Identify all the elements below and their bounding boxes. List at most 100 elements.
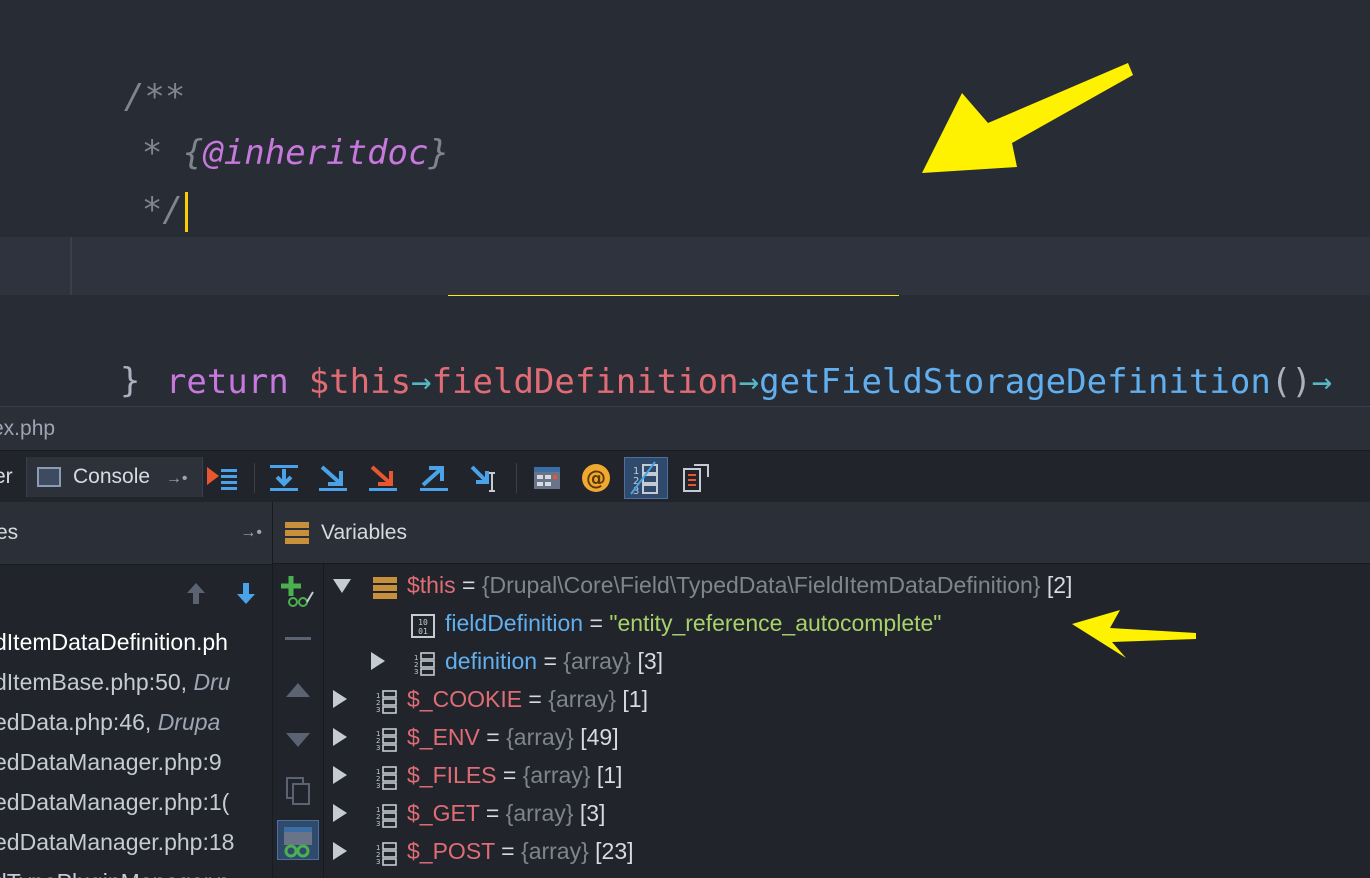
tab-console-label: Console	[73, 465, 151, 488]
svg-text:3: 3	[414, 668, 418, 676]
variable-row[interactable]: $this = {Drupal\Core\Field\TypedData\Fie…	[273, 566, 1370, 604]
arrow-down-icon[interactable]	[234, 580, 258, 606]
frame-item[interactable]: edDataManager.php:1(	[0, 782, 229, 822]
tab-console[interactable]: Console →•	[26, 457, 203, 497]
indent-guide	[70, 237, 72, 295]
frame-file: dItemDataDefinition.ph	[0, 629, 228, 655]
code-line-doc-open: /**	[0, 10, 1370, 117]
closing-brace: }	[119, 361, 141, 401]
variable-name: $this	[407, 572, 456, 598]
frame-item[interactable]: edDataManager.php:9	[0, 742, 222, 782]
frames-nav	[0, 564, 272, 622]
variable-text: definition = {array} [3]	[445, 642, 663, 680]
variable-row[interactable]: 10 01 fieldDefinition = "entity_reference_…	[273, 604, 1370, 642]
variable-type: {array}	[548, 686, 617, 712]
frames-header-label: es	[0, 521, 19, 544]
collapse-triangle-icon[interactable]	[333, 579, 351, 593]
variable-text: $_ENV = {array} [49]	[407, 718, 619, 756]
code-line-inheritdoc: * {@inheritdoc}	[0, 66, 1370, 173]
frame-file: edDataManager.php:9	[0, 749, 222, 775]
frame-file: dItemBase.php:50,	[0, 669, 194, 695]
view-settings-button[interactable]: 1 2 3	[624, 457, 668, 499]
expand-triangle-icon[interactable]	[333, 842, 347, 860]
force-step-into-icon[interactable]	[366, 461, 400, 495]
variables-side-toolbar	[273, 564, 324, 878]
variable-type: {array}	[563, 648, 632, 674]
restore-layout-icon[interactable]	[680, 461, 714, 495]
frame-item[interactable]: edDataManager.php:18	[0, 822, 234, 862]
variable-value: "entity_reference_autocomplete"	[609, 610, 942, 636]
variable-row[interactable]: 1 2 3 $_FILES = {array} [1]	[273, 756, 1370, 794]
step-over-icon[interactable]	[267, 461, 301, 495]
annotation-arrow-icon	[1072, 610, 1196, 658]
variable-text: $this = {Drupal\Core\Field\TypedData\Fie…	[407, 566, 1072, 604]
variable-equals: =	[583, 610, 610, 636]
code-editor[interactable]: /** * {@inheritdoc} */ publicfunctionget…	[0, 0, 1370, 406]
view-settings-icon: 1 2 3	[630, 461, 658, 497]
remove-watch-icon[interactable]	[285, 634, 311, 644]
variable-row[interactable]: 1 2 3 $_COOKIE = {array} [1]	[273, 680, 1370, 718]
expand-triangle-icon[interactable]	[333, 728, 347, 746]
frame-file: edDataManager.php:1(	[0, 789, 230, 815]
array-icon: 123	[373, 801, 397, 828]
variable-name: $_POST	[407, 838, 495, 864]
keyword-return: return	[165, 362, 289, 402]
svg-text:3: 3	[376, 782, 380, 790]
frame-file: edData.php:46,	[0, 709, 158, 735]
expand-triangle-icon[interactable]	[333, 766, 347, 784]
variable-row[interactable]: 1 2 3 $_POST = {array} [23]	[273, 832, 1370, 870]
tab-debugger[interactable]: er	[0, 457, 13, 497]
expand-triangle-icon[interactable]	[371, 652, 385, 670]
file-tab-name[interactable]: ex.php	[0, 417, 55, 441]
move-down-icon[interactable]	[285, 732, 311, 748]
string-field-icon: 10 01	[411, 611, 435, 638]
show-watches-button[interactable]	[277, 820, 319, 860]
watch-icon[interactable]: @	[579, 461, 613, 495]
operator-arrow: →	[411, 362, 432, 402]
variable-count: [1]	[616, 686, 648, 712]
show-execution-point-icon[interactable]	[205, 461, 239, 495]
object-icon	[373, 573, 397, 599]
move-up-icon[interactable]	[285, 682, 311, 698]
pin-icon[interactable]: →•	[240, 502, 262, 564]
code-line-return: return $this→fieldDefinition→getFieldStor…	[0, 237, 1370, 402]
code-line-close-brace: }	[0, 294, 1370, 401]
variable-name: $_FILES	[407, 762, 497, 788]
new-watch-icon[interactable]	[281, 574, 315, 608]
svg-text:3: 3	[376, 858, 380, 866]
arrow-up-icon[interactable]	[184, 580, 208, 606]
variable-equals: =	[479, 724, 507, 750]
copy-icon[interactable]	[285, 776, 311, 806]
frame-item[interactable]: dItemDataDefinition.ph	[0, 622, 228, 662]
expand-triangle-icon[interactable]	[333, 690, 347, 708]
variable-count: [3]	[573, 800, 606, 826]
frame-item[interactable]: dItemBase.php:50, Dru	[0, 662, 231, 702]
operator-arrow: →	[738, 362, 760, 402]
evaluate-expression-icon[interactable]	[530, 461, 564, 495]
show-watches-icon	[284, 827, 312, 858]
variable-count: [2]	[1040, 572, 1073, 598]
variable-name: $_COOKIE	[407, 686, 523, 712]
frame-location: Drupa	[157, 709, 221, 735]
variable-name: definition	[445, 648, 538, 674]
variable-type: {array}	[521, 838, 589, 864]
code-line-function-decl: publicfunctiongetPropertyDefinitions() {	[0, 180, 1370, 296]
pin-icon[interactable]: →•	[166, 470, 188, 487]
step-into-icon[interactable]	[316, 461, 350, 495]
step-out-icon[interactable]	[417, 461, 451, 495]
frame-item[interactable]: edData.php:46, Drupa	[0, 702, 220, 742]
variable-row[interactable]: 1 2 3 $_GET = {array} [3]	[273, 794, 1370, 832]
frame-file: edDataManager.php:18	[0, 829, 235, 855]
svg-text:01: 01	[418, 627, 428, 636]
code-line-doc-end: */	[0, 123, 1370, 232]
variables-header: Variables	[273, 502, 1370, 564]
variable-count: [49]	[573, 724, 619, 750]
variable-row[interactable]: 1 2 3 definition = {array} [3]	[273, 642, 1370, 680]
array-icon: 123	[373, 763, 397, 790]
toolbar-separator	[254, 463, 255, 493]
frame-item[interactable]: dTypePluginManager.p	[0, 862, 229, 878]
run-to-cursor-icon[interactable]	[468, 461, 502, 495]
variable-count: [3]	[631, 648, 664, 674]
variable-row[interactable]: 1 2 3 $_ENV = {array} [49]	[273, 718, 1370, 756]
expand-triangle-icon[interactable]	[333, 804, 347, 822]
